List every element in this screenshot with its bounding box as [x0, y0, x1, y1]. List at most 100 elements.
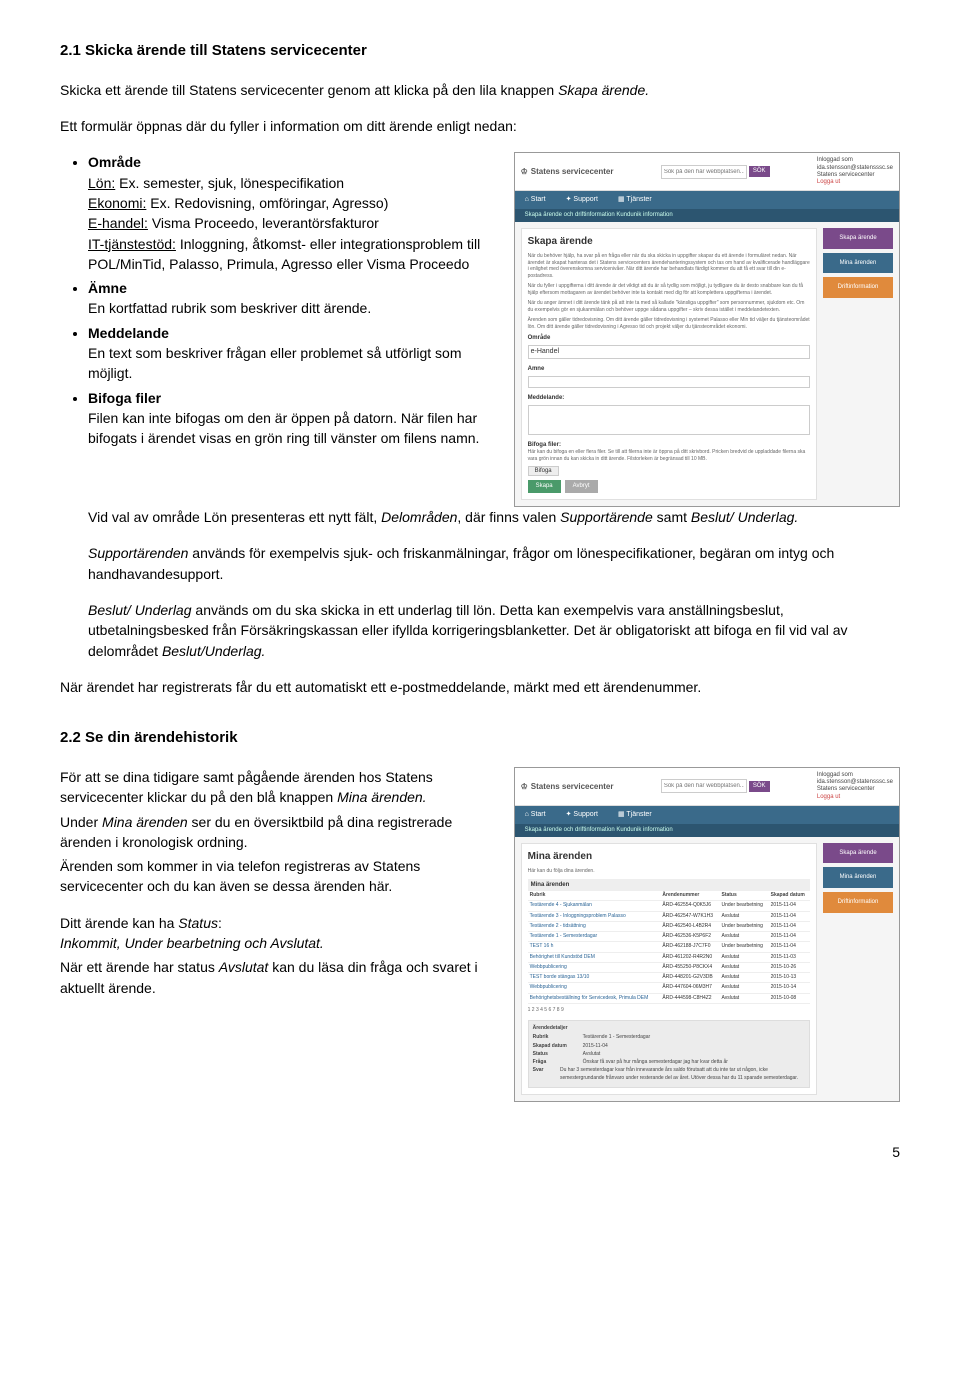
form-title: Skapa ärende: [528, 235, 810, 250]
case-number: ÅRD-462540-L4B2R4: [660, 921, 719, 931]
site-search-input-2[interactable]: [661, 779, 747, 793]
d-datum-l: Skapad datum: [533, 1043, 583, 1050]
user-label: Inloggad som: [817, 157, 893, 164]
nav-support-2[interactable]: Support: [556, 806, 608, 824]
field-omrade[interactable]: e-Handel: [528, 345, 810, 359]
table-row[interactable]: Testärende 3 - Inloggningsproblem Palass…: [528, 911, 810, 921]
case-status: Avslutat: [719, 932, 768, 942]
case-number: ÅRD-455250-P8CKX4: [660, 962, 719, 972]
after-p2: Supportärenden används för exempelvis sj…: [88, 543, 900, 584]
cases-table: Rubrik Ärendenummer Status Skapad datum …: [528, 891, 810, 1004]
after-p1-em2: Supportärende: [560, 509, 653, 525]
table-row[interactable]: WebbpubliceringÅRD-447604-06M3H7Avslutat…: [528, 983, 810, 993]
s22-p4-em1: Status: [178, 915, 218, 931]
case-date: 2015-10-26: [769, 962, 810, 972]
case-link[interactable]: TEST 16 h: [530, 943, 554, 949]
mina-title: Mina ärenden: [528, 850, 810, 865]
case-link[interactable]: Testärende 4 - Sjukanmälan: [530, 902, 592, 908]
form-desc-3: När du anger ämnet i ditt ärende tänk på…: [528, 300, 810, 313]
lon-text: Ex. semester, sjuk, lönespecifikation: [115, 175, 344, 191]
nav-tjanster-2[interactable]: Tjänster: [608, 806, 662, 824]
search-button-2[interactable]: SÖK: [749, 781, 770, 792]
table-row[interactable]: Behörighetsbeställning för Servicedesk, …: [528, 993, 810, 1003]
nav-support[interactable]: Support: [556, 191, 608, 209]
s22-p5-a: När ett ärende har status: [60, 959, 219, 975]
label-amne: Amne: [528, 365, 810, 374]
case-link[interactable]: Testärende 3 - Inloggningsproblem Palass…: [530, 913, 626, 919]
side-driftinfo[interactable]: Driftinformation: [823, 277, 893, 298]
logout-link[interactable]: Logga ut: [817, 179, 893, 186]
s22-p5: När ett ärende har status Avslutat kan d…: [60, 957, 494, 998]
search-button[interactable]: SÖK: [749, 166, 770, 177]
main-nav: Start Support Tjänster: [515, 191, 899, 209]
label-meddelande: Meddelande:: [528, 394, 810, 403]
case-link[interactable]: Webbpublicering: [530, 964, 567, 970]
nav-start[interactable]: Start: [515, 191, 556, 209]
ssc-logo-2: Statens servicecenter: [521, 781, 614, 793]
th-datum: Skapad datum: [769, 891, 810, 901]
after-p1: Vid val av område Lön presenteras ett ny…: [88, 507, 900, 527]
screenshot-mina-arenden: Statens servicecenter SÖK Inloggad som i…: [514, 767, 900, 1102]
field-meddelande[interactable]: [528, 405, 810, 435]
user-org: Statens servicecenter: [817, 172, 893, 179]
case-link[interactable]: TEST borde stängas 13/10: [530, 974, 590, 980]
create-button[interactable]: Skapa: [528, 480, 561, 493]
th-status: Status: [719, 891, 768, 901]
user-name: ida.stensson@statensssc.se: [817, 165, 893, 172]
case-date: 2015-11-03: [769, 952, 810, 962]
intro-p1-text: Skicka ett ärende till Statens servicece…: [60, 82, 558, 98]
intro-p2: Ett formulär öppnas där du fyller i info…: [60, 116, 900, 136]
sub-nav-2[interactable]: Skapa ärende och driftinformation Kundun…: [515, 824, 899, 837]
table-row[interactable]: Testärende 2 - tidsättning ÅRD-462540-L4B…: [528, 921, 810, 931]
side-skapa-arende[interactable]: Skapa ärende: [823, 228, 893, 249]
d-rubrik-l: Rubrik: [533, 1034, 583, 1041]
case-date: 2015-10-08: [769, 993, 810, 1003]
intro-p1: Skicka ett ärende till Statens servicece…: [60, 80, 900, 100]
intro-p1-em: Skapa ärende.: [558, 82, 649, 98]
case-status: Avslutat: [719, 993, 768, 1003]
meddelande-title: Meddelande: [88, 325, 169, 341]
pager[interactable]: 1 2 3 4 5 6 7 8 9: [528, 1004, 810, 1014]
table-row[interactable]: Testärende 1 - SemesterdagarÅRD-462536-K…: [528, 932, 810, 942]
case-status: Under bearbetning: [719, 921, 768, 931]
table-row[interactable]: Behörighet till Kundstöd DEMÅRD-461202-R…: [528, 952, 810, 962]
d-fraga-v: Önskar få svar på hur många semesterdaga…: [583, 1059, 728, 1066]
side-mina-arenden-2[interactable]: Mina ärenden: [823, 867, 893, 888]
table-row[interactable]: Testärende 4 - SjukanmälanÅRD-462554-Q0K…: [528, 901, 810, 911]
case-number: ÅRD-462188-J7C7F0: [660, 942, 719, 952]
case-link[interactable]: Testärende 2 - tidsättning: [530, 923, 586, 929]
heading-2-2: 2.2 Se din ärendehistorik: [60, 727, 900, 749]
label-omrade: Område: [528, 334, 810, 343]
table-row[interactable]: TEST borde stängas 13/10ÅRD-448201-G2V3D…: [528, 973, 810, 983]
table-row[interactable]: TEST 16 h ÅRD-462188-J7C7F0Under bearbetn…: [528, 942, 810, 952]
case-link[interactable]: Behörighetsbeställning för Servicedesk, …: [530, 995, 649, 1001]
site-search-input[interactable]: [661, 165, 747, 179]
logout-link-2[interactable]: Logga ut: [817, 794, 893, 801]
sub-nav[interactable]: Skapa ärende och driftinformation Kundun…: [515, 209, 899, 222]
case-link[interactable]: Webbpublicering: [530, 984, 567, 990]
user-org-2: Statens servicecenter: [817, 786, 893, 793]
table-row[interactable]: WebbpubliceringÅRD-455250-P8CKX4Avslutat…: [528, 962, 810, 972]
amne-title: Ämne: [88, 280, 127, 296]
case-date: 2015-11-04: [769, 932, 810, 942]
cancel-button[interactable]: Avbryt: [565, 480, 598, 493]
user-box: Inloggad som ida.stensson@statensssc.se …: [817, 157, 893, 186]
case-status: Under bearbetning: [719, 942, 768, 952]
after-p3-em2: Beslut/Underlag.: [162, 643, 266, 659]
th-rubrik: Rubrik: [528, 891, 661, 901]
nav-start-2[interactable]: Start: [515, 806, 556, 824]
side-mina-arenden[interactable]: Mina ärenden: [823, 253, 893, 274]
after-p3: Beslut/ Underlag används om du ska skick…: [88, 600, 900, 661]
case-link[interactable]: Behörighet till Kundstöd DEM: [530, 954, 595, 960]
side-skapa-arende-2[interactable]: Skapa ärende: [823, 843, 893, 864]
th-nummer: Ärendenummer: [660, 891, 719, 901]
s22-p3: Ärenden som kommer in via telefon regist…: [60, 856, 494, 897]
nav-tjanster[interactable]: Tjänster: [608, 191, 662, 209]
case-link[interactable]: Testärende 1 - Semesterdagar: [530, 933, 598, 939]
field-amne[interactable]: [528, 376, 810, 388]
s22-p4-em2: Inkommit, Under bearbetning och Avslutat…: [60, 935, 324, 951]
s22-p4: Ditt ärende kan ha Status: Inkommit, Und…: [60, 913, 494, 954]
side-driftinfo-2[interactable]: Driftinformation: [823, 892, 893, 913]
s22-p1: För att se dina tidigare samt pågående ä…: [60, 767, 494, 808]
attach-button[interactable]: Bifoga: [528, 466, 559, 476]
